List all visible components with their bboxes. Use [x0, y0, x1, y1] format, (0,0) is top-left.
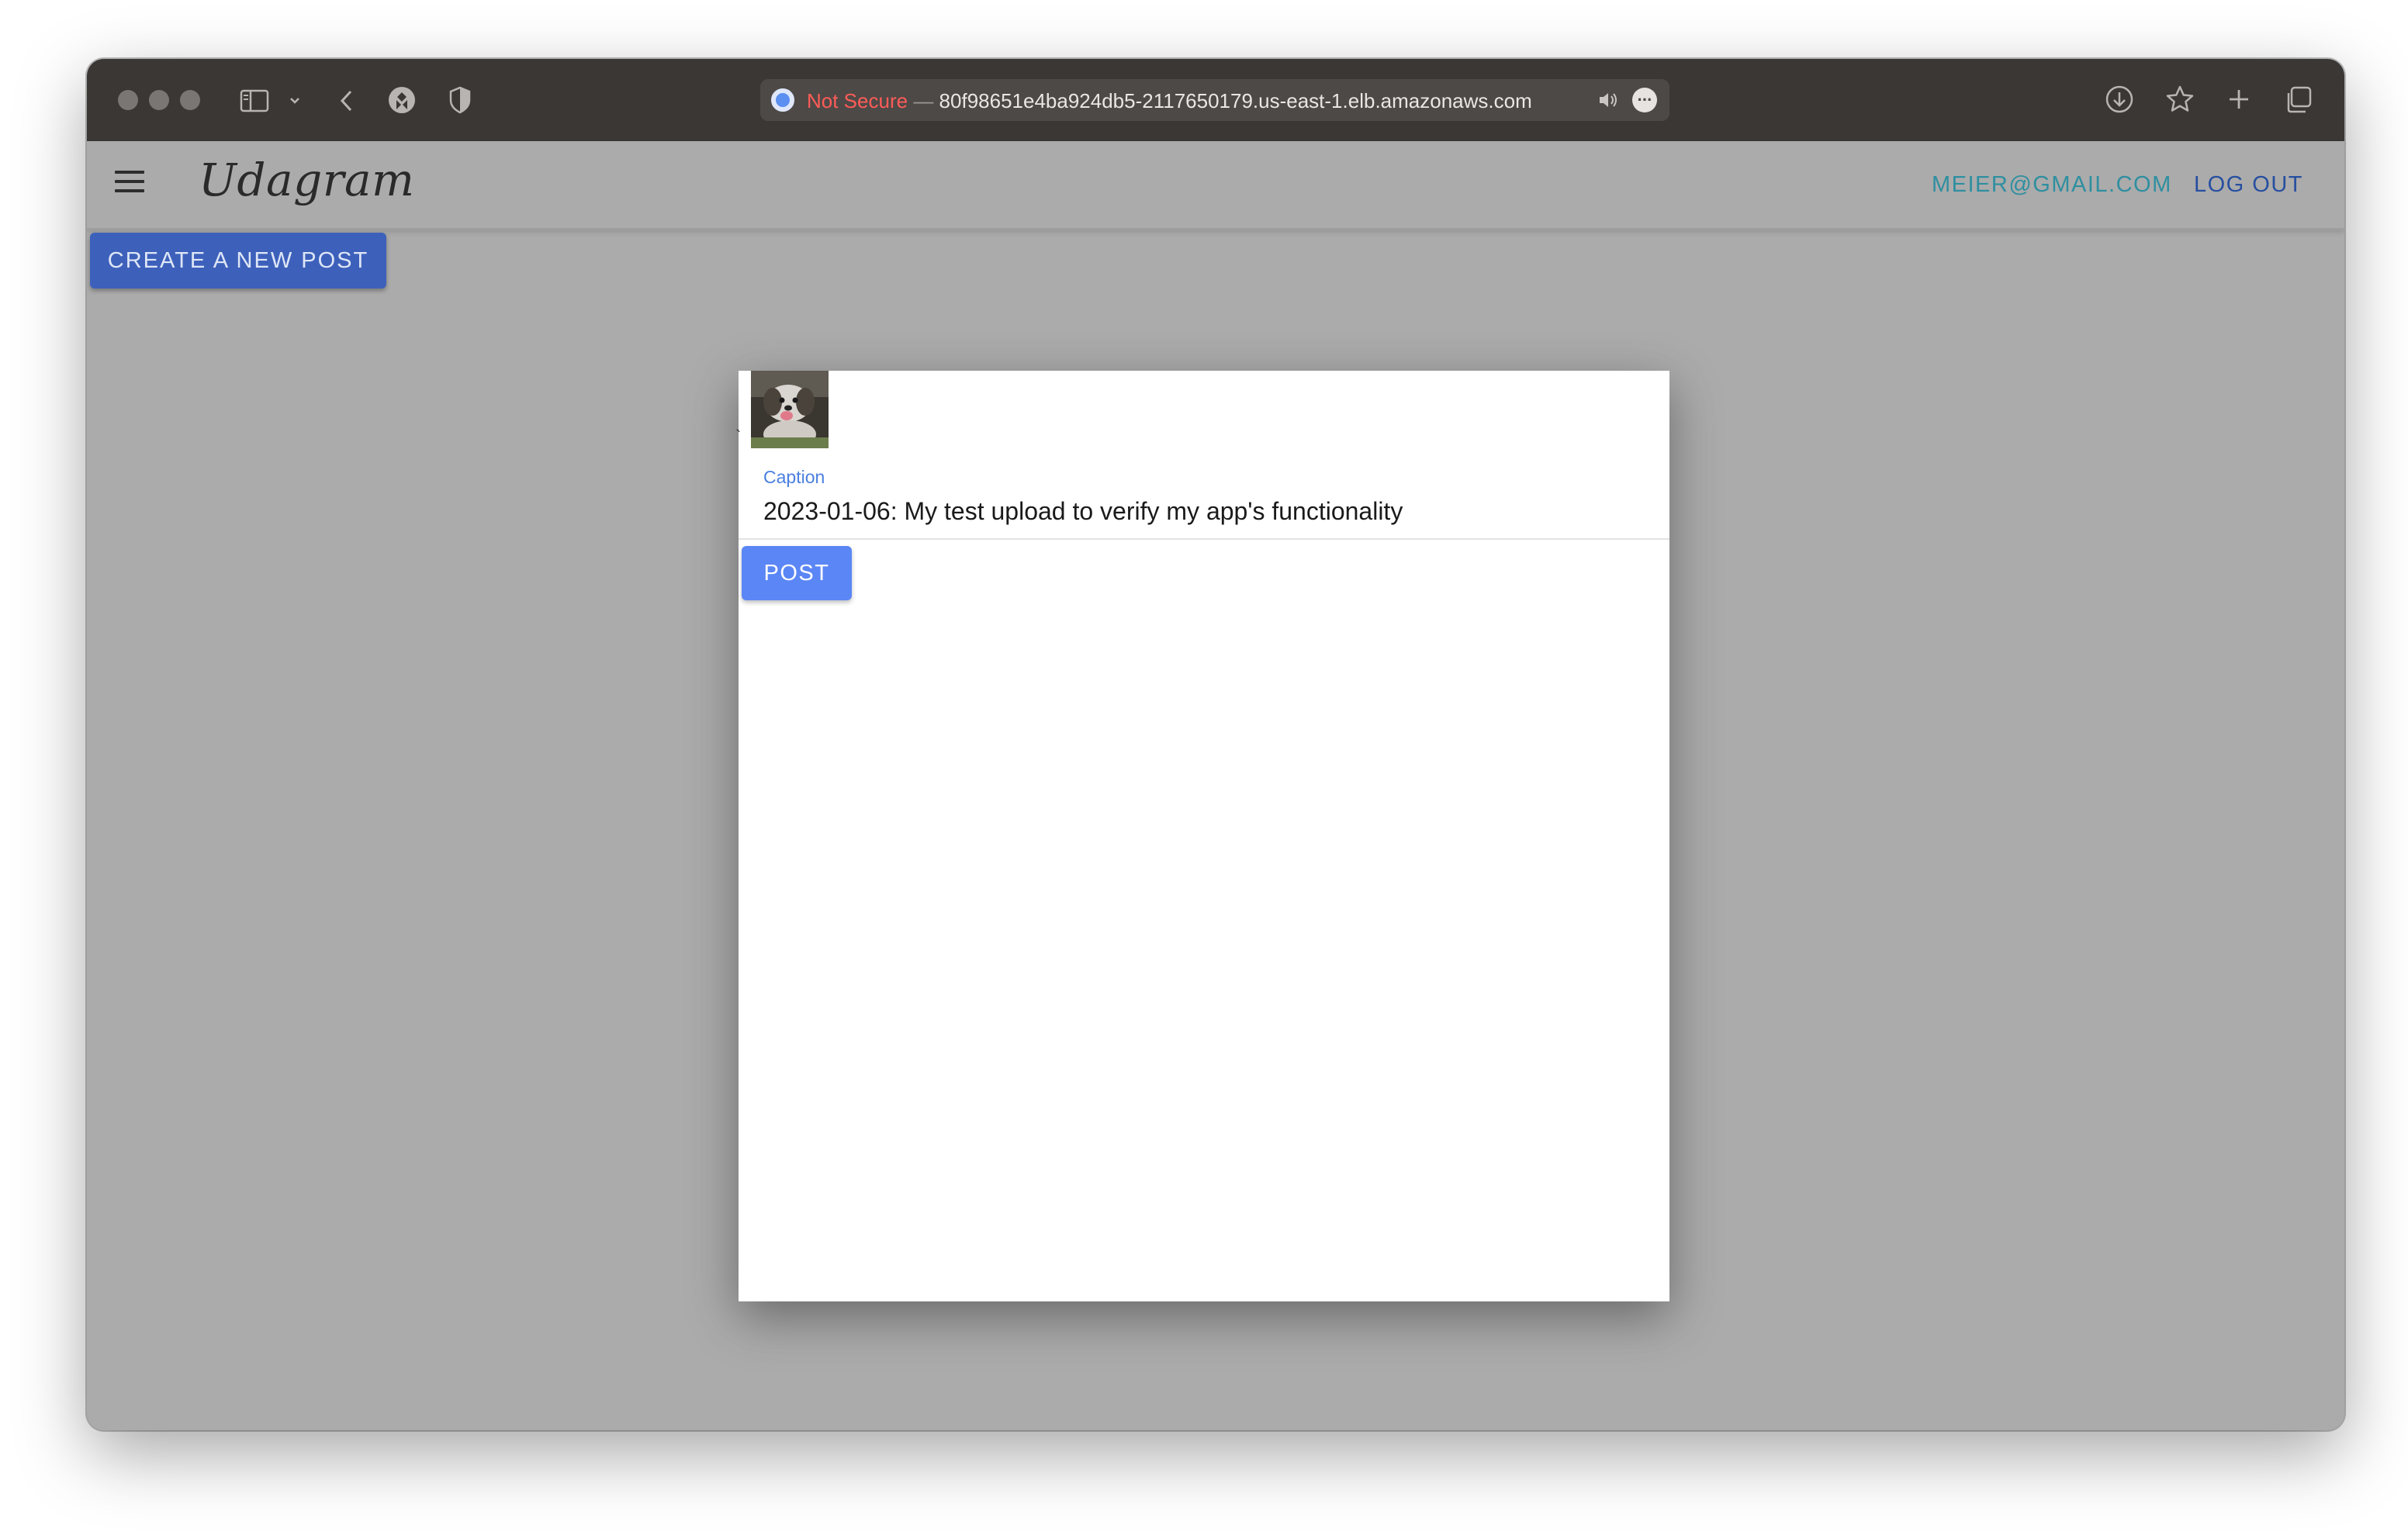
menu-icon[interactable]: [115, 171, 144, 194]
app-logo[interactable]: Udagram: [199, 154, 415, 206]
address-host: 80f98651e4ba924db5-2117650179.us-east-1.…: [939, 89, 1532, 112]
speaker-icon[interactable]: [1597, 88, 1621, 112]
create-new-post-button[interactable]: CREATE A NEW POST: [90, 233, 386, 289]
download-icon[interactable]: [2102, 82, 2136, 116]
address-separator: —: [913, 89, 934, 112]
chevron-down-icon[interactable]: [285, 90, 304, 112]
minimize-window-button[interactable]: [149, 90, 169, 110]
caption-label: Caption: [763, 467, 825, 487]
caret-mark: `: [735, 427, 742, 446]
address-text: Not Secure — 80f98651e4ba924db5-21176501…: [807, 89, 1532, 113]
caption-underline: [739, 538, 1669, 540]
not-secure-label: Not Secure: [807, 89, 908, 112]
sidebar-icon[interactable]: [239, 85, 270, 116]
user-email-link[interactable]: MEIER@GMAIL.COM: [1932, 172, 2172, 198]
back-icon[interactable]: [335, 85, 358, 116]
app-page: Udagram MEIER@GMAIL.COM LOG OUT CREATE A…: [87, 141, 2344, 1430]
more-icon[interactable]: ···: [1632, 88, 1657, 112]
tabs-overview-icon[interactable]: [2282, 84, 2315, 116]
browser-toolbar: Not Secure — 80f98651e4ba924db5-21176501…: [87, 59, 2344, 141]
upload-modal: ` Caption POST: [735, 371, 1669, 1301]
zoom-window-button[interactable]: [180, 90, 200, 110]
caption-input[interactable]: [763, 495, 1648, 527]
new-tab-icon[interactable]: [2223, 84, 2254, 115]
close-window-button[interactable]: [118, 90, 138, 110]
star-icon[interactable]: [2163, 82, 2197, 116]
privacy-shield-icon[interactable]: [445, 85, 475, 116]
logout-button[interactable]: LOG OUT: [2194, 172, 2303, 198]
extension-icon[interactable]: [386, 85, 417, 116]
uploaded-photo-thumbnail: [751, 371, 829, 448]
address-bar[interactable]: Not Secure — 80f98651e4ba924db5-21176501…: [760, 79, 1669, 121]
browser-window: Not Secure — 80f98651e4ba924db5-21176501…: [87, 59, 2344, 1430]
site-security-icon: [771, 88, 794, 112]
post-button[interactable]: POST: [742, 546, 852, 600]
app-header: Udagram MEIER@GMAIL.COM LOG OUT: [87, 141, 2344, 230]
